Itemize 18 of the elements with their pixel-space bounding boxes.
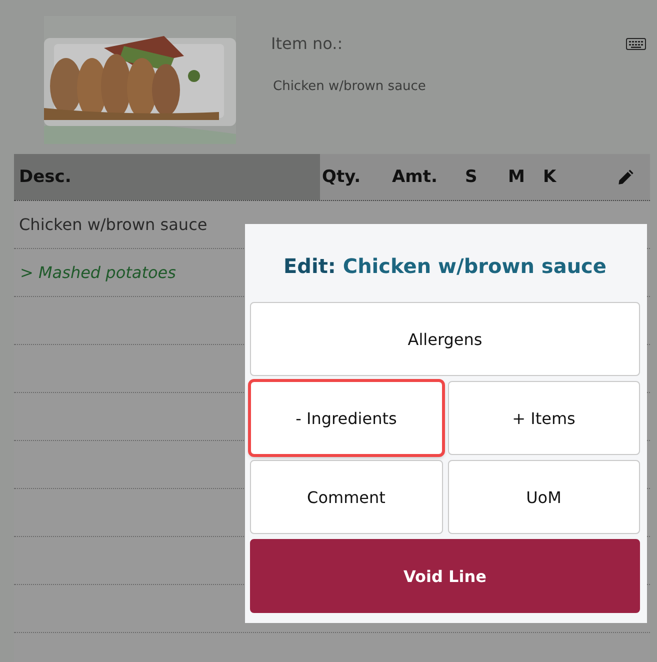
item-name: Chicken w/brown sauce — [273, 79, 427, 94]
option-button[interactable]: UoM — [448, 460, 640, 534]
option-button[interactable]: Allergens — [250, 302, 640, 376]
dialog-title: Edit: Chicken w/brown sauce — [282, 254, 608, 278]
column-header[interactable]: Qty. — [320, 154, 382, 200]
column-header[interactable]: Desc. — [14, 154, 320, 200]
option-button[interactable]: + Items — [448, 381, 640, 455]
void-button[interactable]: Void Line — [250, 539, 640, 613]
option-button[interactable]: Comment — [250, 460, 442, 534]
item-number-label: Item no.: — [271, 34, 343, 53]
edit-icon[interactable] — [617, 168, 635, 186]
column-header[interactable]: K — [543, 154, 583, 200]
column-header[interactable]: M — [498, 154, 543, 200]
keyboard-icon[interactable] — [626, 38, 646, 50]
column-header[interactable]: S — [465, 154, 498, 200]
option-button[interactable]: - Ingredients — [250, 381, 442, 455]
column-header[interactable]: Amt. — [382, 154, 465, 200]
table-cell-text: Chicken w/brown sauce — [18, 215, 208, 234]
